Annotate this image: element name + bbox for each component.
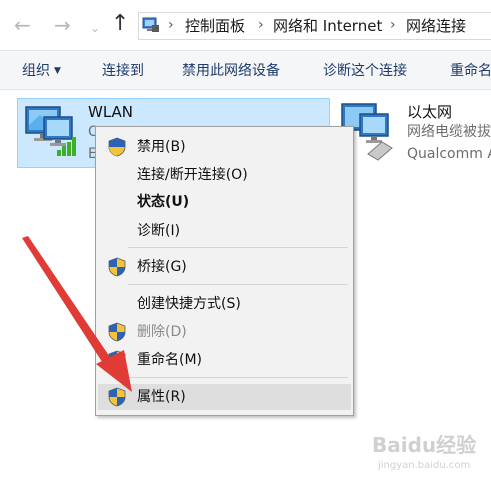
rename-button[interactable]: 重命名 xyxy=(450,61,491,81)
menu-item-connect-disconnect[interactable]: 连接/断开连接(O) xyxy=(98,162,351,188)
menu-item-label: 重命名(M) xyxy=(137,352,203,368)
menu-separator xyxy=(128,284,348,285)
menu-item-label: 删除(D) xyxy=(137,324,187,340)
wlan-name: WLAN xyxy=(88,103,134,121)
wifi-signal-bars-icon xyxy=(57,137,76,156)
menu-item-diagnose[interactable]: 诊断(I) xyxy=(98,218,351,244)
menu-item-label: 创建快捷方式(S) xyxy=(137,296,241,312)
command-bar: 组织 ▼ 连接到 禁用此网络设备 诊断这个连接 重命名 xyxy=(0,50,491,90)
menu-item-status[interactable]: 状态(U) xyxy=(98,189,351,215)
uac-shield-icon xyxy=(108,322,126,342)
uac-shield-icon xyxy=(108,387,126,407)
context-menu: 禁用(B) 连接/断开连接(O) 状态(U) 诊断(I) 桥接(G) 创建快捷方… xyxy=(95,126,354,416)
watermark-url: jingyan.baidu.com xyxy=(378,460,471,471)
menu-item-label: 诊断(I) xyxy=(137,223,181,239)
ethernet-name: 以太网 xyxy=(407,103,453,121)
forward-arrow-icon[interactable]: → xyxy=(54,12,71,38)
menu-separator xyxy=(128,247,348,248)
menu-item-bridge[interactable]: 桥接(G) xyxy=(98,254,351,280)
menu-separator xyxy=(128,377,348,378)
control-panel-icon xyxy=(142,17,159,32)
menu-item-rename[interactable]: 重命名(M) xyxy=(98,347,351,373)
menu-item-label: 属性(R) xyxy=(137,389,186,405)
menu-item-properties[interactable]: 属性(R) xyxy=(98,384,351,410)
ethernet-device-text: Qualcomm A xyxy=(407,146,491,162)
menu-item-disable[interactable]: 禁用(B) xyxy=(98,134,351,160)
dropdown-caret-icon: ▼ xyxy=(54,66,61,76)
menu-item-create-shortcut[interactable]: 创建快捷方式(S) xyxy=(98,291,351,317)
diagnose-button[interactable]: 诊断这个连接 xyxy=(323,61,407,81)
ethernet-status-text: 网络电缆被拔 xyxy=(407,124,491,140)
menu-item-delete: 删除(D) xyxy=(98,319,351,345)
breadcrumb-separator-icon: › xyxy=(390,17,396,33)
back-arrow-icon[interactable]: ← xyxy=(14,12,31,38)
uac-shield-icon xyxy=(108,257,126,277)
up-arrow-icon[interactable]: ↑ xyxy=(111,10,129,38)
menu-item-label: 连接/断开连接(O) xyxy=(137,167,248,183)
uac-shield-icon xyxy=(108,137,126,157)
connect-to-button[interactable]: 连接到 xyxy=(102,61,144,81)
recent-locations-chevron-icon[interactable]: ⌄ xyxy=(90,15,100,41)
menu-item-label: 状态(U) xyxy=(137,194,190,210)
breadcrumb-network-connections[interactable]: 网络连接 xyxy=(406,17,466,35)
menu-item-label: 禁用(B) xyxy=(137,139,186,155)
breadcrumb-separator-icon: › xyxy=(168,17,174,33)
watermark-logo: Baidu经验 xyxy=(372,433,477,457)
organize-button[interactable]: 组织 ▼ xyxy=(22,61,61,81)
breadcrumb-network-internet[interactable]: 网络和 Internet xyxy=(273,17,382,35)
breadcrumb-separator-icon: › xyxy=(258,17,264,33)
baidu-watermark: Baidu经验 jingyan.baidu.com xyxy=(372,428,484,478)
menu-item-label: 桥接(G) xyxy=(137,259,187,275)
uac-shield-icon xyxy=(108,350,126,370)
address-bar-area: ← → ⌄ ↑ › 控制面板 › 网络和 Internet › 网络连接 xyxy=(0,0,491,50)
breadcrumb-control-panel[interactable]: 控制面板 xyxy=(185,17,245,35)
organize-label: 组织 xyxy=(22,63,50,79)
disable-device-button[interactable]: 禁用此网络设备 xyxy=(182,61,280,81)
